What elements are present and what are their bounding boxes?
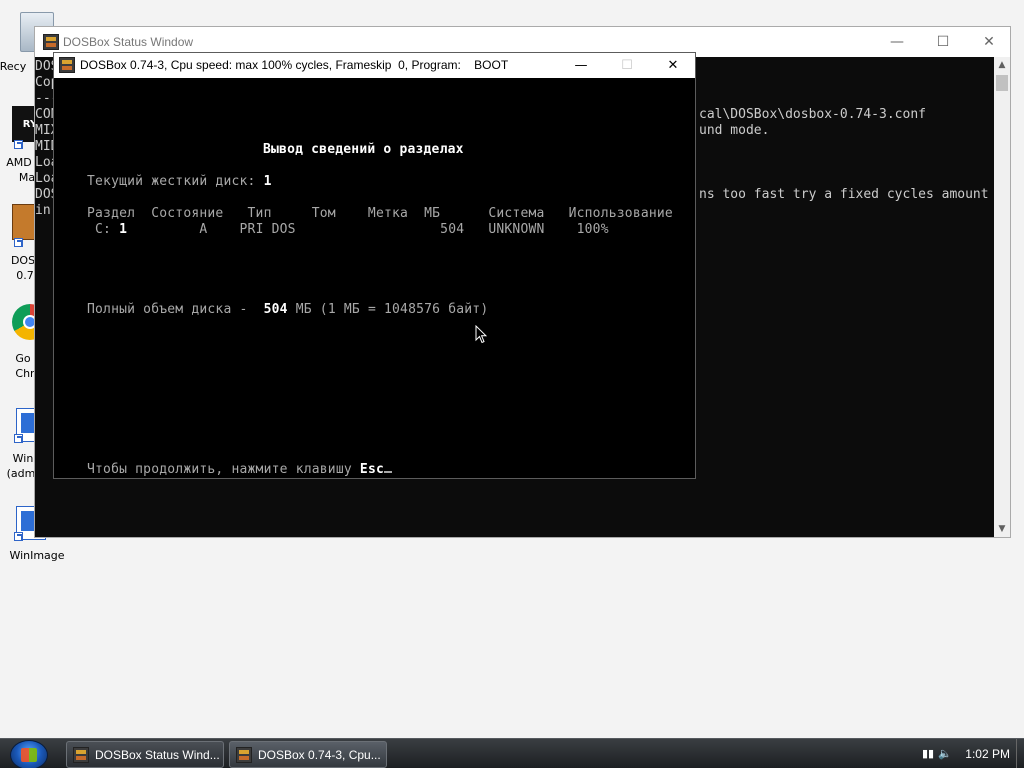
partition-details: A PRI DOS 504 UNKNOWN 100% [127, 222, 609, 237]
mouse-pointer-icon [475, 325, 487, 344]
close-button[interactable]: ✕ [650, 53, 696, 78]
taskbar-button-label: DOSBox 0.74-3, Cpu... [258, 747, 381, 762]
system-tray: ▮▮ 🔈 1:02 PM [914, 739, 1024, 768]
total-size-label: Полный объем диска - [87, 302, 264, 317]
taskbar: DOSBox Status Wind... DOSBox 0.74-3, Cpu… [0, 738, 1024, 768]
taskbar-button-label: DOSBox Status Wind... [95, 747, 220, 762]
dos-screen[interactable]: Вывод сведений о разделах Текущий жестки… [54, 78, 695, 478]
status-window-title: DOSBox Status Window [63, 35, 194, 49]
shortcut-arrow-icon [14, 238, 23, 247]
maximize-button[interactable]: ☐ [920, 27, 966, 56]
total-size-unit: МБ (1 МБ = 1048576 байт) [287, 302, 489, 317]
maximize-button[interactable]: ☐ [604, 53, 650, 78]
partition-row: C: 1 A PRI DOS 504 UNKNOWN 100% [87, 222, 609, 237]
dosbox-titlebar[interactable]: DOSBox 0.74-3, Cpu speed: max 100% cycle… [54, 53, 695, 78]
continue-prompt-label: Чтобы продолжить, нажмите клавишу [87, 462, 360, 477]
dosbox-app-icon [73, 747, 89, 763]
dosbox-window: DOSBox 0.74-3, Cpu speed: max 100% cycle… [53, 52, 696, 479]
volume-icon[interactable]: 🔈 [938, 747, 952, 760]
total-size-value: 504 [263, 302, 288, 317]
scroll-down-arrow-icon[interactable]: ▼ [994, 521, 1010, 537]
text-cursor [384, 471, 393, 473]
esc-key-label: Esc [359, 462, 385, 477]
status-scrollbar[interactable]: ▲ ▼ [994, 57, 1010, 537]
dosbox-app-icon [236, 747, 252, 763]
continue-prompt: Чтобы продолжить, нажмите клавишу Esc [87, 462, 393, 477]
close-button[interactable]: ✕ [966, 27, 1012, 56]
taskbar-button-dosbox[interactable]: DOSBox 0.74-3, Cpu... [229, 741, 387, 768]
dosbox-app-icon [59, 57, 75, 73]
console-line: und mode. [699, 123, 770, 138]
current-disk-value: 1 [263, 174, 272, 189]
dosbox-app-icon [43, 34, 59, 50]
console-line: cal\DOSBox\dosbox-0.74-3.conf [699, 107, 926, 122]
partition-drive: C: [87, 222, 120, 237]
dosbox-window-title: DOSBox 0.74-3, Cpu speed: max 100% cycle… [80, 58, 509, 72]
partition-table-header: Раздел Состояние Тип Том Метка МБ Систем… [87, 206, 673, 221]
scroll-up-arrow-icon[interactable]: ▲ [994, 57, 1010, 73]
console-line: ns too fast try a fixed cycles amount [699, 187, 989, 202]
scrollbar-thumb[interactable] [996, 75, 1008, 91]
taskbar-clock[interactable]: 1:02 PM [965, 747, 1010, 761]
taskbar-button-status-window[interactable]: DOSBox Status Wind... [66, 741, 224, 768]
current-disk-label: Текущий жесткий диск: [87, 174, 264, 189]
dos-heading: Вывод сведений о разделах [263, 142, 464, 157]
minimize-button[interactable]: — [558, 53, 604, 78]
show-desktop-button[interactable] [1016, 739, 1024, 768]
shortcut-arrow-icon [14, 434, 23, 443]
current-disk-line: Текущий жесткий диск: 1 [87, 174, 272, 189]
shortcut-arrow-icon [14, 532, 23, 541]
network-icon[interactable]: ▮▮ [922, 747, 934, 760]
desktop-icon-label: WinImage [9, 549, 65, 562]
start-button[interactable] [10, 740, 48, 768]
shortcut-arrow-icon [14, 140, 23, 149]
total-size-line: Полный объем диска - 504 МБ (1 МБ = 1048… [87, 302, 488, 317]
minimize-button[interactable]: — [874, 27, 920, 56]
partition-number: 1 [119, 222, 128, 237]
